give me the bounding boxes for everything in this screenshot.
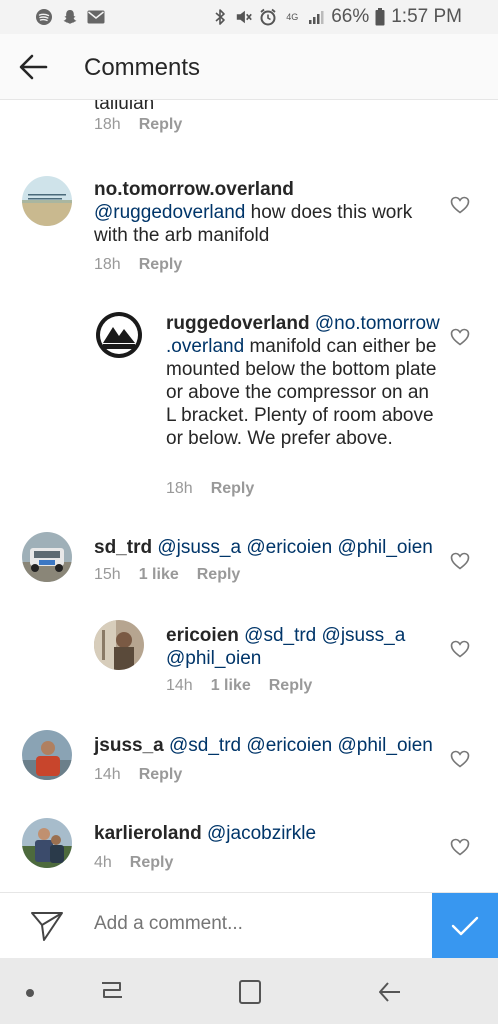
comment-mention[interactable]: @jsuss_a xyxy=(157,537,241,558)
comment-meta: 14h 1 like Reply xyxy=(166,677,312,695)
comment-time: 18h xyxy=(94,256,121,273)
avatar[interactable] xyxy=(94,310,144,360)
like-button[interactable] xyxy=(450,640,470,658)
comment-mention[interactable]: @sd_trd xyxy=(169,735,241,756)
network-label: 4G xyxy=(286,11,299,22)
comment-mention[interactable]: @ericoien xyxy=(246,735,332,756)
like-button[interactable] xyxy=(450,196,470,214)
mail-icon xyxy=(86,7,106,27)
comment-body: no.tomorrow.overland @ruggedoverland how… xyxy=(94,178,434,247)
mute-icon xyxy=(235,7,253,27)
comment-time: 14h xyxy=(94,766,121,783)
back-arrow-icon xyxy=(19,54,48,80)
heart-icon xyxy=(450,552,470,570)
comment-time: 4h xyxy=(94,854,112,871)
comment-meta: 18h Reply xyxy=(94,116,182,134)
check-icon xyxy=(451,916,479,936)
comment-meta: 14h Reply xyxy=(94,766,182,784)
comment-text: tallulah xyxy=(94,100,155,114)
comment-input[interactable] xyxy=(94,913,414,935)
reply-button[interactable]: Reply xyxy=(139,766,183,784)
comment-time: 14h xyxy=(166,677,193,694)
avatar[interactable] xyxy=(22,176,72,226)
avatar[interactable] xyxy=(22,730,72,780)
comment-mention[interactable]: @jacobzirkle xyxy=(207,823,316,844)
status-bar: 4G 66% 1:57 PM xyxy=(0,0,498,34)
like-button[interactable] xyxy=(450,328,470,346)
comment-mention[interactable]: @phil_oien xyxy=(337,537,432,558)
comments-list[interactable]: tallulah 18h Reply no.tomorrow.overland … xyxy=(0,100,498,892)
like-button[interactable] xyxy=(450,838,470,856)
comment-mention[interactable]: @phil_oien xyxy=(338,735,433,756)
bluetooth-icon xyxy=(211,7,229,27)
heart-icon xyxy=(450,838,470,856)
like-button[interactable] xyxy=(450,750,470,768)
reply-button[interactable]: Reply xyxy=(197,566,241,584)
comment-mention[interactable]: @phil_oien xyxy=(166,648,261,669)
comment-body: jsuss_a @sd_trd @ericoien @phil_oien xyxy=(94,734,444,757)
system-nav-bar xyxy=(0,958,498,1024)
reply-button[interactable]: Reply xyxy=(139,116,183,134)
comment-username[interactable]: ericoien xyxy=(166,625,239,646)
comment-body: sd_trd @jsuss_a @ericoien @phil_oien xyxy=(94,536,444,559)
nav-dot-icon[interactable] xyxy=(24,986,36,998)
reply-button[interactable]: Reply xyxy=(139,256,183,274)
recent-apps-icon[interactable] xyxy=(98,978,126,1006)
comment-mention[interactable]: @jsuss_a xyxy=(322,625,406,646)
comment-username[interactable]: no.tomorrow.overland xyxy=(94,179,294,200)
comment-username[interactable]: sd_trd xyxy=(94,537,152,558)
comment-body: ruggedoverland @no.tomorrow .overland ma… xyxy=(166,312,441,450)
status-right: 4G 66% 1:57 PM xyxy=(211,6,462,28)
comment-username[interactable]: ruggedoverland xyxy=(166,313,310,334)
heart-icon xyxy=(450,750,470,768)
network-icon: 4G xyxy=(283,7,301,27)
heart-icon xyxy=(450,196,470,214)
alarm-icon xyxy=(259,7,277,27)
signal-icon xyxy=(307,7,325,27)
comment-body: karlieroland @jacobzirkle xyxy=(94,822,444,845)
comment-time: 15h xyxy=(94,566,121,583)
comment-meta: 18h Reply xyxy=(94,256,182,274)
back-nav-icon[interactable] xyxy=(376,978,404,1006)
comment-mention[interactable]: @ericoien xyxy=(246,537,332,558)
comment-username[interactable]: jsuss_a xyxy=(94,735,164,756)
avatar[interactable] xyxy=(22,532,72,582)
page-title: Comments xyxy=(84,54,201,81)
comment-mention[interactable]: @sd_trd xyxy=(244,625,316,646)
comment-time: 18h xyxy=(166,480,193,497)
avatar[interactable] xyxy=(94,620,144,670)
comment-mention[interactable]: @ruggedoverland xyxy=(94,202,245,223)
heart-icon xyxy=(450,640,470,658)
likes-count[interactable]: 1 like xyxy=(211,677,251,695)
status-left xyxy=(34,7,106,27)
reply-button[interactable]: Reply xyxy=(269,677,313,695)
avatar[interactable] xyxy=(22,818,72,868)
comment-composer xyxy=(0,892,498,959)
battery-icon xyxy=(375,7,385,27)
direct-share-icon[interactable] xyxy=(30,910,64,942)
comment-body: ericoien @sd_trd @jsuss_a @phil_oien xyxy=(166,624,441,670)
snapchat-icon xyxy=(60,7,80,27)
comment-username[interactable]: karlieroland xyxy=(94,823,202,844)
clock-time: 1:57 PM xyxy=(391,6,462,27)
reply-button[interactable]: Reply xyxy=(211,480,255,498)
comment-meta: 15h 1 like Reply xyxy=(94,566,240,584)
likes-count[interactable]: 1 like xyxy=(139,566,179,584)
comment-time: 18h xyxy=(94,116,121,133)
heart-icon xyxy=(450,328,470,346)
like-button[interactable] xyxy=(450,552,470,570)
back-button[interactable] xyxy=(18,53,50,81)
comment-meta: 4h Reply xyxy=(94,854,173,872)
header: Comments xyxy=(0,34,498,100)
spotify-icon xyxy=(34,7,54,27)
battery-percent: 66% xyxy=(331,6,370,27)
post-comment-button[interactable] xyxy=(432,893,498,959)
reply-button[interactable]: Reply xyxy=(130,854,174,872)
comment-meta: 18h Reply xyxy=(166,480,254,498)
home-icon[interactable] xyxy=(236,978,264,1006)
